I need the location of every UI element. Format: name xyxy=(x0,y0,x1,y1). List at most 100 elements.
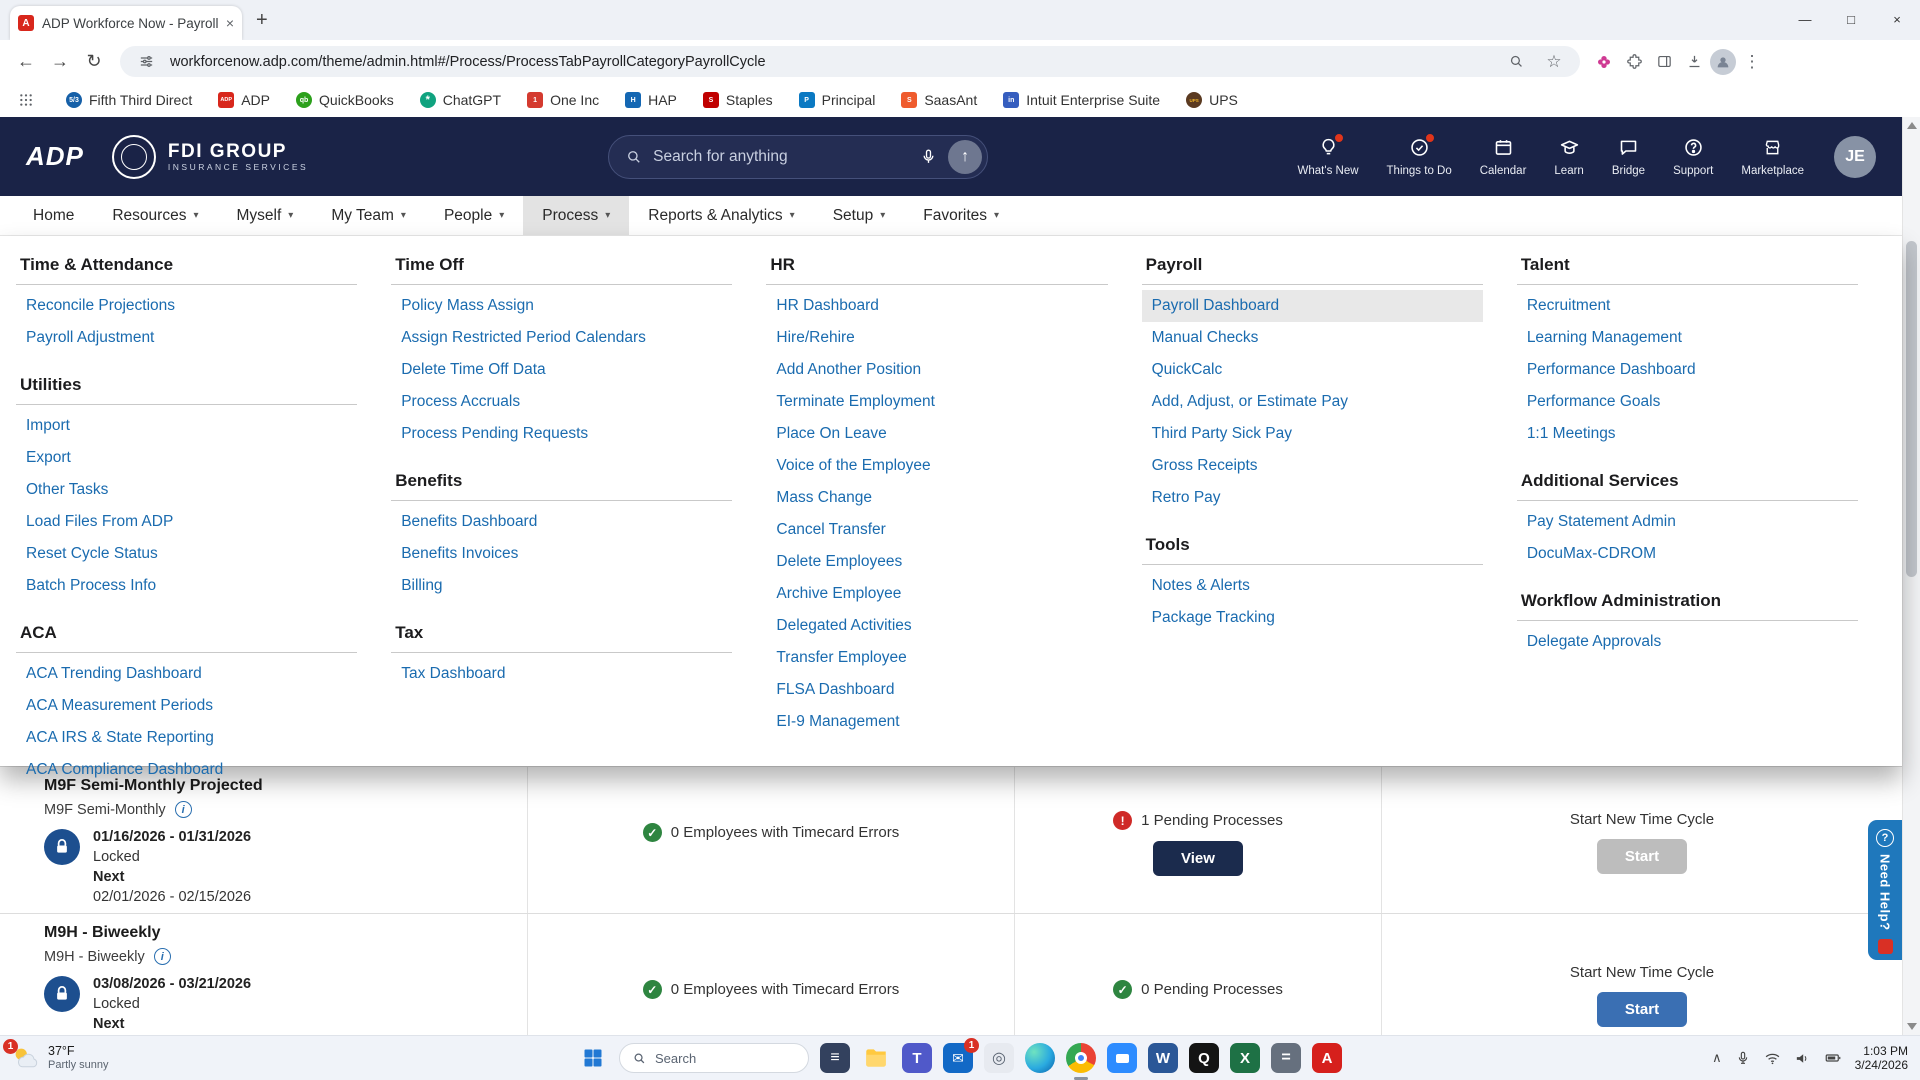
header-action-support[interactable]: Support xyxy=(1673,137,1713,177)
menu-item[interactable]: Terminate Employment xyxy=(766,386,1107,418)
menu-item[interactable]: 1:1 Meetings xyxy=(1517,418,1858,450)
nav-resources[interactable]: Resources ▾ xyxy=(93,196,217,235)
bookmark-ups[interactable]: UPS xyxy=(1186,92,1238,108)
search-submit-button[interactable]: ↑ xyxy=(948,139,983,174)
nav-setup[interactable]: Setup ▾ xyxy=(814,196,905,235)
global-search[interactable]: ↑ xyxy=(608,134,989,179)
menu-item[interactable]: Cancel Transfer xyxy=(766,514,1107,546)
browser-tab[interactable]: ADP Workforce Now - Payroll D × xyxy=(10,6,242,40)
menu-item[interactable]: FLSA Dashboard xyxy=(766,674,1107,706)
bookmark-one-inc[interactable]: One Inc xyxy=(527,92,599,108)
tab-close-icon[interactable]: × xyxy=(226,15,234,31)
menu-item[interactable]: Archive Employee xyxy=(766,578,1107,610)
menu-item[interactable]: ACA Measurement Periods xyxy=(16,690,357,722)
header-action-bridge[interactable]: Bridge xyxy=(1612,137,1645,177)
adp-logo[interactable]: ADP xyxy=(26,141,84,172)
nav-favorites[interactable]: Favorites ▾ xyxy=(904,196,1018,235)
taskbar-clock[interactable]: 1:03 PM 3/24/2026 xyxy=(1855,1044,1908,1072)
menu-item[interactable]: Assign Restricted Period Calendars xyxy=(391,322,732,354)
taskbar-icon-word[interactable] xyxy=(1148,1043,1178,1073)
menu-item[interactable]: Recruitment xyxy=(1517,290,1858,322)
volume-icon[interactable] xyxy=(1794,1050,1811,1067)
menu-item[interactable]: Performance Dashboard xyxy=(1517,354,1858,386)
page-scrollbar[interactable] xyxy=(1902,117,1920,1035)
browser-profile-avatar[interactable] xyxy=(1710,48,1736,75)
nav-my-team[interactable]: My Team ▾ xyxy=(312,196,425,235)
menu-item[interactable]: Tax Dashboard xyxy=(391,658,732,690)
taskbar-icon-calculator[interactable] xyxy=(1271,1043,1301,1073)
taskbar-icon-notepad[interactable] xyxy=(820,1043,850,1073)
menu-item[interactable]: Benefits Dashboard xyxy=(391,506,732,538)
menu-item[interactable]: Payroll Adjustment xyxy=(16,322,357,354)
menu-item[interactable]: HR Dashboard xyxy=(766,290,1107,322)
menu-item[interactable]: Mass Change xyxy=(766,482,1107,514)
taskbar-icon-quickbooks[interactable] xyxy=(1189,1043,1219,1073)
bookmark-hap[interactable]: HAP xyxy=(625,92,677,108)
taskbar-icon-file-explorer[interactable] xyxy=(861,1043,891,1073)
extensions-puzzle-icon[interactable] xyxy=(1620,48,1648,76)
mic-icon[interactable] xyxy=(919,147,938,166)
menu-item[interactable]: Add, Adjust, or Estimate Pay xyxy=(1142,386,1483,418)
menu-item[interactable]: QuickCalc xyxy=(1142,354,1483,386)
address-bar[interactable]: workforcenow.adp.com/theme/admin.html#/P… xyxy=(120,46,1580,77)
forward-button[interactable]: → xyxy=(44,46,76,78)
bookmark-intuit[interactable]: Intuit Enterprise Suite xyxy=(1003,92,1160,108)
taskbar-icon-chrome[interactable] xyxy=(1066,1043,1096,1080)
menu-item[interactable]: Place On Leave xyxy=(766,418,1107,450)
scroll-up-arrow[interactable] xyxy=(1907,122,1917,129)
taskbar-search[interactable]: Search xyxy=(619,1043,809,1073)
scrollbar-thumb[interactable] xyxy=(1906,241,1917,577)
bookmark-chatgpt[interactable]: ChatGPT xyxy=(419,92,501,108)
menu-item[interactable]: Delegate Approvals xyxy=(1517,626,1858,658)
header-action-whats-new[interactable]: What's New xyxy=(1298,132,1359,177)
taskbar-icon-acrobat[interactable] xyxy=(1312,1043,1342,1073)
menu-item[interactable]: Notes & Alerts xyxy=(1142,570,1483,602)
nav-reports-analytics[interactable]: Reports & Analytics ▾ xyxy=(629,196,813,235)
bookmark-adp[interactable]: ADP xyxy=(218,92,270,108)
taskbar-icon-excel[interactable] xyxy=(1230,1043,1260,1073)
info-icon[interactable] xyxy=(153,948,171,965)
menu-item[interactable]: Process Pending Requests xyxy=(391,418,732,450)
browser-menu-kebab-icon[interactable]: ⋮ xyxy=(1738,48,1766,76)
menu-item[interactable]: ACA Trending Dashboard xyxy=(16,658,357,690)
view-button[interactable]: View xyxy=(1153,841,1243,876)
window-close-button[interactable]: × xyxy=(1874,0,1920,40)
taskbar-icon-teams[interactable] xyxy=(902,1043,932,1073)
mic-tray-icon[interactable] xyxy=(1735,1050,1751,1066)
battery-icon[interactable] xyxy=(1824,1049,1842,1067)
header-action-learn[interactable]: Learn xyxy=(1554,137,1584,177)
nav-people[interactable]: People ▾ xyxy=(425,196,523,235)
menu-item[interactable]: Export xyxy=(16,442,357,474)
taskbar-icon-outlook[interactable]: 1 xyxy=(943,1038,979,1073)
menu-item[interactable]: Reset Cycle Status xyxy=(16,538,357,570)
apps-grid-icon[interactable] xyxy=(12,86,40,114)
menu-item-payroll-dashboard[interactable]: Payroll Dashboard xyxy=(1141,290,1483,322)
menu-item[interactable]: Package Tracking xyxy=(1142,602,1483,634)
menu-item[interactable]: Add Another Position xyxy=(766,354,1107,386)
menu-item[interactable]: Transfer Employee xyxy=(766,642,1107,674)
menu-item[interactable]: Manual Checks xyxy=(1142,322,1483,354)
nav-process[interactable]: Process ▾ xyxy=(523,196,630,235)
header-action-things-to-do[interactable]: Things to Do xyxy=(1387,132,1452,177)
menu-item[interactable]: Gross Receipts xyxy=(1142,450,1483,482)
tray-expand-chevron[interactable]: ∧ xyxy=(1712,1050,1722,1066)
bookmark-principal[interactable]: Principal xyxy=(798,92,875,108)
start-button[interactable]: Start xyxy=(1596,839,1688,874)
site-info-icon[interactable] xyxy=(132,48,160,76)
new-tab-button[interactable]: + xyxy=(256,9,268,32)
menu-item[interactable]: Benefits Invoices xyxy=(391,538,732,570)
menu-item[interactable]: Delegated Activities xyxy=(766,610,1107,642)
menu-item[interactable]: Policy Mass Assign xyxy=(391,290,732,322)
bookmark-quickbooks[interactable]: QuickBooks xyxy=(296,92,394,108)
wifi-icon[interactable] xyxy=(1764,1050,1781,1067)
header-action-calendar[interactable]: Calendar xyxy=(1480,137,1526,177)
menu-item[interactable]: Billing xyxy=(391,570,732,602)
info-icon[interactable] xyxy=(174,801,192,818)
bookmark-star-icon[interactable]: ☆ xyxy=(1540,48,1568,76)
menu-item[interactable]: Pay Statement Admin xyxy=(1517,506,1858,538)
zoom-icon[interactable] xyxy=(1502,48,1530,76)
menu-item[interactable]: ACA Compliance Dashboard xyxy=(16,754,357,786)
refresh-button[interactable]: ↻ xyxy=(78,46,110,78)
menu-item[interactable]: Hire/Rehire xyxy=(766,322,1107,354)
menu-item[interactable]: Reconcile Projections xyxy=(16,290,357,322)
